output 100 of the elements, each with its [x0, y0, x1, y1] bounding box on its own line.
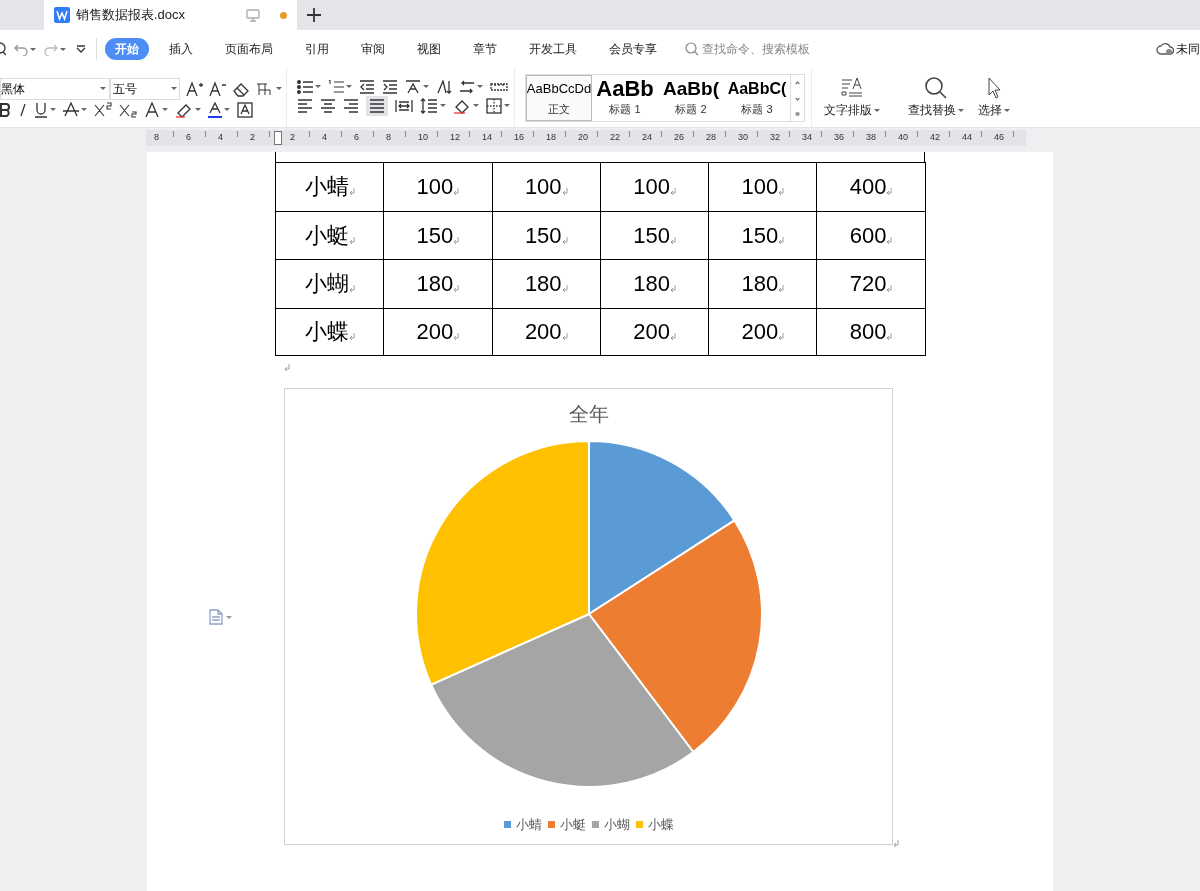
add-tab-icon[interactable] — [307, 8, 321, 22]
align-right-icon[interactable] — [343, 98, 359, 113]
font-size-dropdown[interactable]: 五号 — [110, 77, 180, 100]
search-field[interactable]: 查找命令、搜索模板 — [685, 40, 852, 58]
caret-icon[interactable] — [477, 85, 483, 88]
caret-icon[interactable] — [30, 47, 36, 51]
phonetic-icon[interactable] — [256, 80, 274, 97]
text-layout-icon[interactable] — [840, 76, 864, 100]
style-preset[interactable]: AaBb( 标题 2 — [658, 74, 724, 121]
caret-icon[interactable] — [81, 108, 87, 111]
style-preset[interactable]: AaBb 标题 1 — [592, 74, 658, 121]
return-mark-icon — [561, 236, 568, 244]
menu-tab[interactable]: 开发工具 — [523, 40, 583, 58]
sync-status[interactable]: 未同 — [1176, 40, 1200, 58]
line-spacing-icon[interactable] — [420, 97, 438, 114]
increase-indent-icon[interactable] — [382, 79, 398, 94]
return-mark-icon — [886, 188, 893, 196]
font-name-dropdown[interactable]: 黑体 — [0, 77, 110, 100]
underline-icon[interactable] — [34, 101, 48, 118]
text-direction-icon[interactable] — [459, 79, 475, 94]
cloud-icon[interactable] — [1156, 42, 1174, 56]
justify-icon[interactable] — [369, 98, 385, 113]
shrink-font-icon[interactable] — [209, 80, 226, 97]
decrease-indent-icon[interactable] — [359, 79, 375, 94]
char-border-icon[interactable] — [237, 101, 253, 118]
ruler[interactable]: 8 6 4 2 2 4 6 8 10 12 14 16 18 20 22 24 26 28 30 32 34 36 38 40 42 44 46 — [146, 130, 1026, 146]
ribbon-button[interactable]: 文字排版 — [822, 76, 882, 119]
legend-swatch — [591, 821, 599, 829]
caret-icon[interactable] — [100, 87, 106, 90]
sort-icon[interactable] — [436, 79, 452, 94]
menu-tab[interactable]: 插入 — [163, 40, 199, 58]
grow-font-icon[interactable] — [186, 80, 203, 97]
text-effect-icon[interactable] — [144, 101, 160, 118]
table-cell-text: 100 — [416, 173, 454, 202]
return-mark-icon — [284, 364, 290, 371]
return-mark-icon — [669, 285, 676, 293]
menu-tab[interactable]: 页面布局 — [219, 40, 279, 58]
word-doc-icon — [54, 7, 70, 23]
style-preset[interactable]: AaBbCcDd 正文 — [526, 74, 592, 121]
caret-icon[interactable] — [50, 108, 56, 111]
legend-label: 小蜻 — [515, 816, 542, 834]
caret-icon[interactable] — [473, 104, 479, 107]
caret-icon[interactable] — [1004, 108, 1010, 112]
caret-icon[interactable] — [171, 87, 177, 90]
superscript-icon[interactable] — [94, 101, 112, 118]
caret-icon[interactable] — [315, 85, 321, 88]
chart-frame[interactable]: 全年 小蜻 小蜓 小蝴 小蝶 — [284, 388, 893, 845]
menu-tab[interactable]: 视图 — [411, 40, 447, 58]
bold-icon[interactable] — [0, 102, 10, 117]
menu-tab[interactable]: 会员专享 — [603, 40, 663, 58]
font-color-icon[interactable] — [208, 101, 222, 118]
align-left-icon[interactable] — [297, 98, 313, 113]
table-cell-text: 100 — [741, 173, 779, 202]
ruler-toggle-icon[interactable] — [490, 80, 508, 93]
customize-icon[interactable] — [76, 45, 86, 53]
return-mark-icon — [348, 188, 355, 196]
caret-icon[interactable] — [874, 108, 880, 112]
return-mark-icon — [778, 333, 785, 341]
caret-icon[interactable] — [440, 104, 446, 107]
caret-icon[interactable] — [224, 108, 230, 111]
caret-icon[interactable] — [958, 108, 964, 112]
legend-label: 小蜓 — [559, 816, 586, 834]
numbered-list-icon[interactable] — [328, 79, 344, 94]
caret-icon[interactable] — [504, 104, 510, 107]
caret-icon[interactable] — [346, 85, 352, 88]
ribbon-button[interactable]: 选择 — [976, 76, 1012, 119]
table-cell-text: 150 — [524, 221, 562, 250]
style-preset[interactable]: AaBbC( 标题 3 — [724, 74, 790, 121]
return-mark-icon — [453, 333, 460, 341]
menu-tab[interactable]: 章节 — [467, 40, 503, 58]
return-mark-icon — [453, 188, 460, 196]
caret-icon[interactable] — [423, 85, 429, 88]
document-icon[interactable] — [209, 609, 223, 625]
caret-icon[interactable] — [276, 87, 282, 90]
menu-tab[interactable]: 审阅 — [355, 40, 391, 58]
return-mark-icon — [669, 236, 676, 244]
ribbon-button[interactable]: 查找替换 — [906, 76, 966, 119]
chinese-layout-icon[interactable] — [405, 79, 421, 94]
caret-icon[interactable] — [226, 615, 232, 619]
caret-icon[interactable] — [60, 47, 66, 51]
document-tab[interactable]: 销售数据报表.docx — [44, 0, 297, 30]
return-mark-icon — [561, 333, 568, 341]
return-mark-icon — [778, 285, 785, 293]
caret-icon[interactable] — [195, 108, 201, 111]
strikethrough-icon[interactable] — [63, 101, 79, 118]
table-cell-text: 小蝶 — [304, 318, 349, 347]
caret-icon[interactable] — [162, 108, 168, 111]
legend-label: 小蝶 — [647, 816, 674, 834]
bullet-list-icon[interactable] — [297, 79, 313, 94]
find-replace-icon[interactable] — [924, 76, 948, 100]
search-icon[interactable] — [0, 42, 6, 56]
menu-tab[interactable]: 引用 — [299, 40, 335, 58]
italic-icon[interactable] — [17, 102, 27, 117]
return-mark-icon — [778, 188, 785, 196]
table-cell-text: 100 — [633, 173, 670, 202]
align-center-icon[interactable] — [320, 98, 336, 113]
indent-marker[interactable] — [274, 131, 282, 145]
undo-icon[interactable] — [14, 42, 28, 56]
distribute-icon[interactable] — [395, 98, 413, 113]
borders-icon[interactable] — [486, 97, 502, 114]
